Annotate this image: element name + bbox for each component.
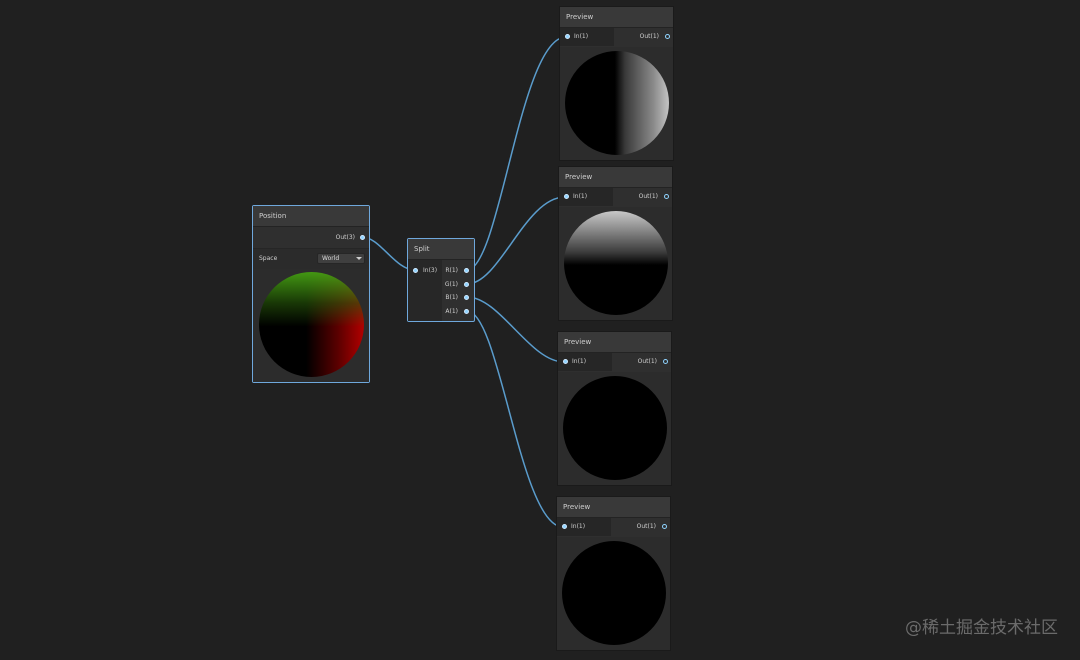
preview-sphere-b (563, 376, 667, 480)
preview-node-1[interactable]: Preview In(1) Out(1) (559, 6, 674, 161)
position-out-port[interactable] (360, 235, 365, 240)
preview-in-port[interactable] (562, 524, 567, 529)
space-dropdown-value: World (322, 255, 340, 262)
preview-in-port[interactable] (563, 359, 568, 364)
split-out-r-label: R(1) (445, 267, 458, 274)
preview-node-4[interactable]: Preview In(1) Out(1) (556, 496, 671, 651)
split-out-g-port[interactable] (464, 282, 469, 287)
wire-r-to-preview-1 (466, 36, 567, 271)
preview-in-label: In(1) (572, 358, 587, 365)
preview-image (557, 537, 670, 650)
wire-a-to-preview-4 (466, 310, 564, 528)
space-label: Space (259, 255, 278, 262)
split-out-g-label: G(1) (444, 281, 458, 288)
preview-node-title: Preview (560, 7, 673, 28)
split-out-a-port[interactable] (464, 309, 469, 314)
preview-sphere-g (564, 211, 668, 315)
split-in-label: In(3) (423, 267, 438, 274)
wire-b-to-preview-3 (466, 296, 565, 363)
preview-in-label: In(1) (571, 523, 586, 530)
preview-out-label: Out(1) (636, 523, 656, 530)
preview-in-port[interactable] (565, 34, 570, 39)
space-dropdown[interactable]: World (317, 253, 365, 264)
split-in-port[interactable] (413, 268, 418, 273)
position-settings-panel: Space World (253, 248, 369, 269)
preview-node-3[interactable]: Preview In(1) Out(1) (557, 331, 672, 486)
preview-image (558, 372, 671, 485)
position-out-port-label: Out(3) (335, 234, 355, 241)
preview-sphere-r (565, 51, 669, 155)
chevron-down-icon (356, 257, 362, 260)
preview-image (560, 47, 673, 160)
preview-in-label: In(1) (573, 193, 588, 200)
split-node-title: Split (408, 239, 474, 260)
position-node[interactable]: Position Out(3) Space World (252, 205, 370, 383)
preview-out-label: Out(1) (638, 193, 658, 200)
preview-out-port[interactable] (663, 359, 668, 364)
shader-graph-canvas[interactable]: Position Out(3) Space World Split In(3) … (0, 0, 1080, 660)
preview-in-label: In(1) (574, 33, 589, 40)
preview-node-title: Preview (558, 332, 671, 353)
split-out-b-label: B(1) (445, 294, 458, 301)
split-out-r-port[interactable] (464, 268, 469, 273)
preview-node-title: Preview (559, 167, 672, 188)
wire-g-to-preview-2 (466, 196, 566, 285)
split-node[interactable]: Split In(3) R(1) G(1) B(1) A(1) (407, 238, 475, 322)
position-preview-sphere (259, 272, 364, 377)
preview-image (559, 207, 672, 320)
preview-out-label: Out(1) (639, 33, 659, 40)
preview-sphere-a (562, 541, 666, 645)
preview-node-2[interactable]: Preview In(1) Out(1) (558, 166, 673, 321)
preview-out-port[interactable] (664, 194, 669, 199)
split-out-b-port[interactable] (464, 295, 469, 300)
preview-out-port[interactable] (662, 524, 667, 529)
preview-in-port[interactable] (564, 194, 569, 199)
preview-node-title: Preview (557, 497, 670, 518)
watermark-text: @稀土掘金技术社区 (905, 618, 1058, 638)
connection-wires (361, 36, 567, 528)
split-out-a-label: A(1) (445, 308, 458, 315)
preview-out-port[interactable] (665, 34, 670, 39)
position-node-title: Position (253, 206, 369, 227)
position-preview (253, 269, 369, 382)
preview-out-label: Out(1) (637, 358, 657, 365)
